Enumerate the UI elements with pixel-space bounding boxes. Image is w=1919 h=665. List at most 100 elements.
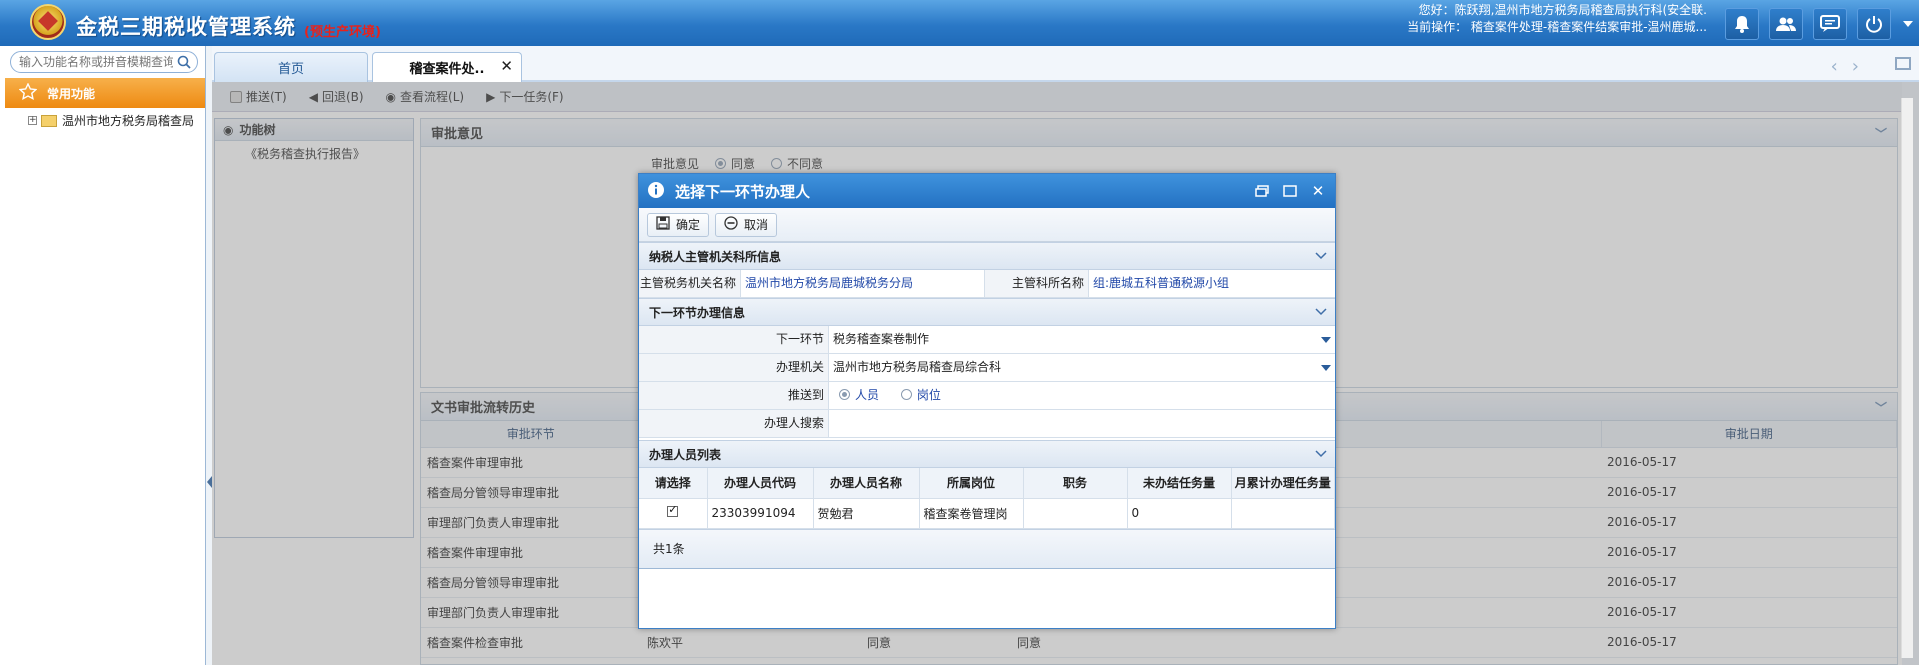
close-icon[interactable]: ✕ [1309, 182, 1327, 200]
close-icon[interactable]: ✕ [500, 57, 513, 75]
system-title: 金税三期税收管理系统 [76, 15, 296, 39]
dialog-controls: ✕ [1253, 182, 1327, 200]
dialog-toolbar: 确定 取消 [639, 208, 1335, 242]
handler-table: 请选择 办理人员代码 办理人员名称 所属岗位 职务 未办结任务量 月累计办理任务… [639, 468, 1335, 529]
agency-value: 温州市地方税务局稽查局综合科 [833, 360, 1002, 374]
window-icon[interactable] [1895, 57, 1911, 70]
tab-home-label: 首页 [277, 62, 304, 77]
duty-cell [1023, 498, 1128, 529]
current-operation-text: 当前操作： 稽查案件处理-稽查案件结案审批-温州鹿城... [1407, 20, 1707, 34]
star-icon [18, 81, 38, 104]
next-step-label: 下一环节 [639, 326, 829, 353]
section-name-value[interactable]: 组:鹿城五科普通税源小组 [1089, 270, 1335, 297]
handler-list-footer: 共1条 [639, 528, 1335, 569]
header-dropdown-icon[interactable] [1903, 21, 1913, 27]
chevron-down-icon[interactable] [1315, 249, 1327, 263]
chevron-left-icon[interactable]: ‹ [1831, 56, 1838, 77]
tax-office-value[interactable]: 温州市地方税务局鹿城税务分局 [741, 270, 985, 297]
confirm-button[interactable]: 确定 [647, 212, 710, 237]
radio-icon [839, 389, 850, 400]
name-cell: 贺勉君 [813, 498, 920, 529]
col-pending: 未办结任务量 [1127, 468, 1232, 499]
expand-icon[interactable]: + [28, 116, 37, 125]
save-icon [656, 216, 670, 233]
search-icon[interactable] [177, 55, 191, 72]
code-cell: 23303991094 [707, 498, 814, 529]
chevron-down-icon[interactable] [1315, 305, 1327, 319]
folder-icon [41, 114, 57, 127]
common-functions-label: 常用功能 [47, 86, 96, 101]
agency-select[interactable]: 温州市地方税务局稽查局综合科 [829, 354, 1335, 381]
next-step-select[interactable]: 税务稽查案卷制作 [829, 326, 1335, 353]
tab-case-label: 稽查案件处.. [409, 62, 485, 77]
select-cell[interactable] [639, 498, 708, 529]
col-post: 所属岗位 [919, 468, 1024, 499]
checkbox-icon[interactable] [667, 503, 679, 517]
handler-search-row: 办理人搜索 [639, 410, 1335, 438]
next-step-row: 下一环节 税务稽查案卷制作 [639, 326, 1335, 354]
taxpayer-section-header: 纳税人主管机关科所信息 [639, 242, 1335, 270]
function-search-input[interactable] [19, 54, 173, 70]
greeting-text: 您好：陈跃翔,温州市地方税务局稽查局执行科(安全联. [1418, 3, 1707, 17]
handler-header-row: 请选择 办理人员代码 办理人员名称 所属岗位 职务 未办结任务量 月累计办理任务… [639, 468, 1335, 499]
table-row[interactable]: 23303991094 贺勉君 稽查案卷管理岗 0 [639, 498, 1335, 529]
total-count: 共1条 [653, 542, 685, 556]
cancel-label: 取消 [744, 218, 769, 232]
col-duty: 职务 [1023, 468, 1128, 499]
handler-list-header: 办理人员列表 [639, 440, 1335, 468]
next-step-value: 税务稽查案卷制作 [833, 332, 930, 346]
tab-case-processing[interactable]: 稽查案件处.. ✕ [372, 52, 522, 82]
pending-cell: 0 [1127, 498, 1232, 529]
left-sidebar: 常用功能 + 温州市地方税务局稽查局 [0, 46, 206, 665]
users-icon[interactable] [1769, 8, 1803, 40]
post-cell: 稽查案卷管理岗 [919, 498, 1024, 529]
agency-row: 办理机关 温州市地方税务局稽查局综合科 [639, 354, 1335, 382]
handler-list-title: 办理人员列表 [649, 447, 722, 462]
dropdown-arrow-icon[interactable] [1321, 365, 1331, 371]
tab-nav: ‹ › [1831, 56, 1859, 77]
col-monthly: 月累计办理任务量 [1231, 468, 1335, 499]
chat-icon[interactable] [1813, 8, 1847, 40]
tree-node-label: 温州市地方税务局稽查局 [62, 114, 195, 128]
restore-icon[interactable] [1253, 183, 1271, 199]
confirm-label: 确定 [676, 218, 701, 232]
header-icons [1725, 8, 1891, 40]
push-post-radio[interactable]: 岗位 [900, 388, 941, 402]
section-name-label: 主管科所名称 [985, 270, 1089, 297]
push-to-options: 人员 岗位 [829, 382, 1335, 409]
maximize-icon[interactable] [1281, 183, 1299, 199]
chevron-right-icon[interactable]: › [1852, 56, 1859, 77]
minus-circle-icon [724, 216, 738, 233]
radio-icon [900, 389, 912, 400]
power-icon[interactable] [1857, 8, 1891, 40]
push-person-radio[interactable]: 人员 [839, 388, 879, 402]
cancel-button[interactable]: 取消 [715, 212, 778, 237]
next-step-section-header: 下一环节办理信息 [639, 298, 1335, 326]
push-to-label: 推送到 [639, 382, 829, 409]
common-functions-header[interactable]: 常用功能 [5, 78, 205, 108]
push-person-label: 人员 [855, 388, 880, 402]
dialog-title: 选择下一环节办理人 [675, 182, 811, 201]
tax-emblem-logo [30, 4, 66, 40]
tab-home[interactable]: 首页 [214, 52, 368, 82]
bell-icon[interactable] [1725, 8, 1759, 40]
col-code: 办理人员代码 [707, 468, 814, 499]
chevron-down-icon[interactable] [1315, 447, 1327, 461]
col-select: 请选择 [639, 468, 708, 499]
page-scrollbar[interactable] [1901, 98, 1913, 658]
push-post-label: 岗位 [916, 388, 941, 402]
dialog-title-bar: 选择下一环节办理人 ✕ [639, 174, 1335, 208]
top-header: 金税三期税收管理系统 (预生产环境) 您好：陈跃翔,温州市地方税务局稽查局执行科… [0, 0, 1919, 46]
agency-label: 办理机关 [639, 354, 829, 381]
monthly-cell [1231, 498, 1335, 529]
tab-bar: 首页 稽查案件处.. ✕ ‹ › [212, 46, 1919, 82]
taxpayer-section-title: 纳税人主管机关科所信息 [649, 249, 782, 264]
tree-node-root[interactable]: + 温州市地方税务局稽查局 [28, 112, 206, 129]
user-info: 您好：陈跃翔,温州市地方税务局稽查局执行科(安全联. 当前操作： 稽查案件处理-… [1407, 2, 1707, 36]
handler-search-input[interactable] [829, 410, 1335, 437]
col-name: 办理人员名称 [813, 468, 920, 499]
tax-office-label: 主管税务机关名称 [639, 270, 741, 297]
push-to-row: 推送到 人员 岗位 [639, 382, 1335, 410]
dropdown-arrow-icon[interactable] [1321, 337, 1331, 343]
taxpayer-row: 主管税务机关名称 温州市地方税务局鹿城税务分局 主管科所名称 组:鹿城五科普通税… [639, 270, 1335, 298]
